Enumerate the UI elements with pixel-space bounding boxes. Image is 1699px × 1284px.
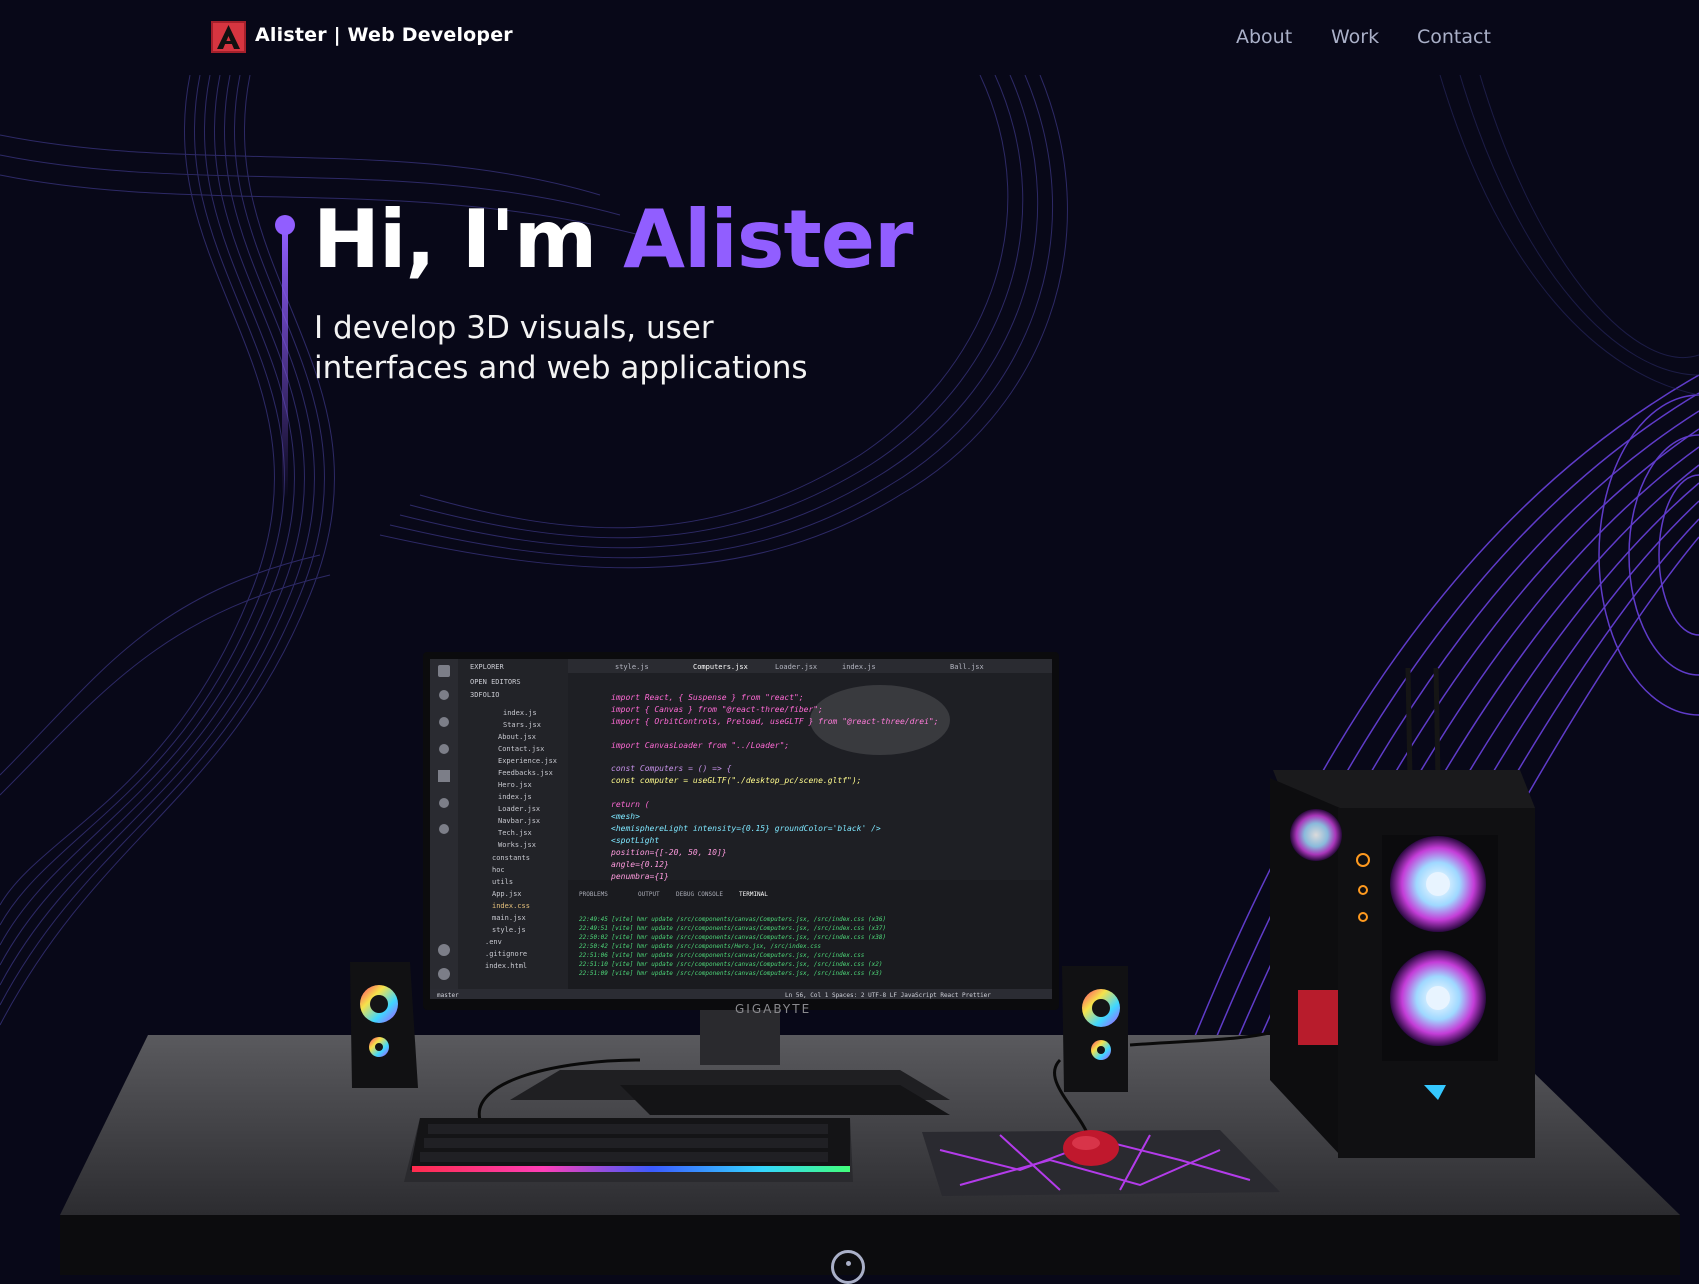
scroll-dot: [846, 1261, 851, 1266]
editor-tab: Loader.jsx: [775, 663, 817, 671]
nav-link-contact[interactable]: Contact: [1417, 26, 1491, 48]
left-speaker: [350, 962, 418, 1088]
right-speaker: [1062, 966, 1128, 1092]
file-item: Hero.jsx: [498, 781, 532, 789]
code-line: import React, { Suspense } from "react";: [611, 693, 804, 702]
svg-text:OPEN EDITORS: OPEN EDITORS: [470, 678, 521, 686]
panel-tab-active: TERMINAL: [739, 891, 768, 898]
panel-tab: OUTPUT: [638, 891, 660, 898]
editor-tab-active: Computers.jsx: [693, 663, 748, 671]
terminal-line: 22:50:42 [vite] hmr update /src/componen…: [579, 943, 821, 950]
editor-tab: Ball.jsx: [950, 663, 984, 671]
scroll-indicator-icon[interactable]: [831, 1250, 865, 1284]
nav-link-work[interactable]: Work: [1331, 26, 1379, 48]
file-item: Contact.jsx: [498, 745, 544, 753]
code-line: return (: [611, 800, 650, 809]
keyboard: [404, 1118, 853, 1182]
terminal-line: 22:50:02 [vite] hmr update /src/componen…: [579, 934, 886, 941]
desk-scene[interactable]: GIGABYTE EXPLORER OPEN EDITORS 3DFOLIO i…: [0, 0, 1699, 1275]
file-item: .env: [485, 938, 502, 946]
file-item: Experience.jsx: [498, 757, 557, 765]
editor-tab: style.js: [615, 663, 649, 671]
file-item: index.css: [492, 902, 530, 910]
file-item: index.js: [498, 793, 532, 801]
code-editor-screen: EXPLORER OPEN EDITORS 3DFOLIO index.js S…: [430, 659, 1052, 999]
editor-tab: index.js: [842, 663, 876, 671]
file-item: Tech.jsx: [498, 829, 532, 837]
mouse: [1063, 1130, 1119, 1166]
file-item: utils: [492, 878, 513, 886]
file-item: Loader.jsx: [498, 805, 540, 813]
code-line: const Computers = () => {: [611, 764, 732, 773]
file-item: index.js: [503, 709, 537, 717]
code-line: import CanvasLoader from "../Loader";: [611, 741, 789, 750]
file-item: Navbar.jsx: [498, 817, 540, 825]
code-line: const computer = useGLTF("./desktop_pc/s…: [611, 776, 861, 785]
file-item: .gitignore: [485, 950, 527, 958]
file-item: hoc: [492, 866, 505, 874]
file-item: style.js: [492, 926, 526, 934]
code-line: position={[-20, 50, 10]}: [610, 848, 727, 857]
file-item: constants: [492, 854, 530, 862]
file-item: Feedbacks.jsx: [498, 769, 553, 777]
nav-link-about[interactable]: About: [1236, 26, 1292, 48]
terminal-line: 22:51:09 [vite] hmr update /src/componen…: [579, 970, 882, 977]
code-line: <hemisphereLight intensity={0.15} ground…: [611, 824, 881, 833]
brand-title[interactable]: Alister | Web Developer: [255, 24, 513, 46]
code-line: <mesh>: [611, 812, 640, 821]
file-item: Stars.jsx: [503, 721, 541, 729]
file-item: index.html: [485, 962, 527, 970]
file-item: App.jsx: [492, 890, 522, 898]
svg-text:3DFOLIO: 3DFOLIO: [470, 691, 500, 699]
file-item: main.jsx: [492, 914, 526, 922]
code-line: import { Canvas } from "@react-three/fib…: [611, 705, 823, 714]
file-item: Works.jsx: [498, 841, 536, 849]
file-item: About.jsx: [498, 733, 536, 741]
terminal-line: 22:49:51 [vite] hmr update /src/componen…: [579, 925, 886, 932]
panel-tab: PROBLEMS: [579, 891, 608, 898]
pc-tower: [1270, 667, 1535, 1158]
status-branch: master: [437, 992, 459, 999]
code-line: angle={0.12}: [611, 860, 669, 869]
terminal-line: 22:51:10 [vite] hmr update /src/componen…: [579, 961, 882, 968]
svg-text:EXPLORER: EXPLORER: [470, 663, 505, 671]
terminal-line: 22:51:06 [vite] hmr update /src/componen…: [579, 952, 865, 959]
terminal-line: 22:49:45 [vite] hmr update /src/componen…: [579, 916, 886, 923]
logo-icon[interactable]: [211, 21, 246, 53]
status-info: Ln 56, Col 1 Spaces: 2 UTF-8 LF JavaScri…: [785, 992, 991, 999]
navbar: Alister | Web Developer About Work Conta…: [0, 0, 1699, 75]
code-line: <spotLight: [611, 836, 659, 845]
monitor-brand: GIGABYTE: [735, 1002, 811, 1016]
panel-tab: DEBUG CONSOLE: [676, 891, 723, 898]
code-line: penumbra={1}: [610, 872, 669, 881]
